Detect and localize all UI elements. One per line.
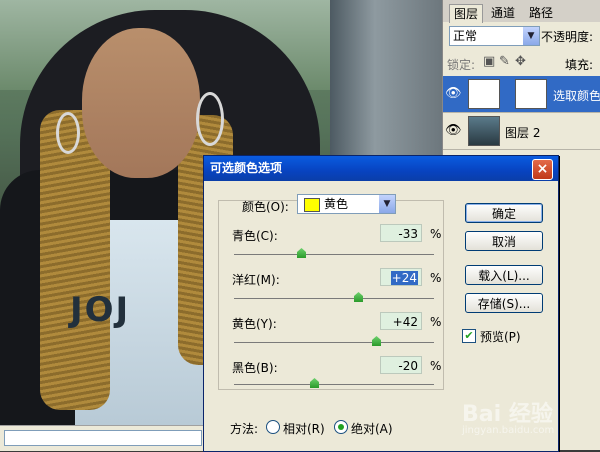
- tab-paths[interactable]: 路径: [525, 4, 557, 22]
- blend-row: 正常 ▼ 不透明度:: [443, 26, 600, 48]
- colors-value: 黄色: [324, 197, 349, 211]
- layer-mask-thumbnail: [515, 79, 547, 109]
- cyan-label: 青色(C):: [232, 229, 278, 243]
- earring-right: [196, 92, 224, 146]
- dialog-title: 可选颜色选项: [210, 161, 283, 175]
- ok-button[interactable]: 确定: [465, 203, 543, 223]
- panel-tabs: 图层 通道 路径: [443, 0, 600, 23]
- dialog-titlebar[interactable]: 可选颜色选项: [204, 156, 558, 181]
- black-value: -20: [398, 359, 418, 373]
- yellow-slider-track[interactable]: [234, 342, 434, 343]
- cyan-value-field[interactable]: -33: [380, 224, 422, 242]
- layer-row-layer-2[interactable]: 👁 图层 2: [443, 113, 600, 150]
- magenta-value-field[interactable]: +24: [380, 268, 422, 286]
- lock-move-icon[interactable]: ✥: [515, 54, 526, 69]
- preview-checkbox[interactable]: ✔: [462, 329, 476, 343]
- lock-row: 锁定: ▣ ✎ ✥ 填充:: [443, 54, 600, 74]
- black-label: 黑色(B):: [232, 361, 278, 375]
- method-relative-label: 相对(R): [283, 422, 325, 436]
- chevron-down-icon: ▼: [379, 195, 395, 213]
- preview-label: 预览(P): [480, 330, 521, 344]
- black-percent: %: [430, 359, 442, 373]
- lock-paint-icon[interactable]: ✎: [499, 54, 510, 69]
- eye-icon[interactable]: 👁: [445, 121, 462, 141]
- lock-label: 锁定:: [447, 58, 476, 72]
- magenta-percent: %: [430, 271, 442, 285]
- cancel-button[interactable]: 取消: [465, 231, 543, 251]
- layer-name: 选取颜色 1: [553, 89, 600, 103]
- magenta-value: +24: [390, 271, 418, 285]
- yellow-label: 黄色(Y):: [232, 317, 277, 331]
- photo-face: [82, 28, 200, 178]
- scroll-track[interactable]: [4, 430, 202, 446]
- chevron-down-icon: ▼: [523, 27, 539, 45]
- method-label: 方法:: [230, 422, 259, 436]
- adjustment-thumbnail: [468, 79, 500, 109]
- save-button[interactable]: 存储(S)...: [465, 293, 543, 313]
- yellow-swatch-icon: [304, 198, 320, 212]
- colors-select[interactable]: 黄色 ▼: [297, 194, 396, 214]
- blend-mode-select[interactable]: 正常 ▼: [449, 26, 540, 46]
- fill-label: 填充:: [565, 58, 594, 72]
- earring-left: [56, 112, 80, 154]
- cyan-slider-track[interactable]: [234, 254, 434, 255]
- cyan-percent: %: [430, 227, 442, 241]
- magenta-label: 洋红(M):: [232, 273, 280, 287]
- yellow-percent: %: [430, 315, 442, 329]
- load-button[interactable]: 载入(L)...: [465, 265, 543, 285]
- cyan-value: -33: [398, 227, 418, 241]
- tab-layers[interactable]: 图层: [449, 4, 484, 23]
- layer-row-selective-color[interactable]: 👁 选取颜色 1: [443, 76, 600, 113]
- layer-name: 图层 2: [505, 126, 541, 140]
- method-absolute-label: 绝对(A): [351, 422, 393, 436]
- watermark-text: Bai 经验: [462, 402, 553, 427]
- black-slider-track[interactable]: [234, 384, 434, 385]
- opacity-label: 不透明度:: [541, 30, 594, 44]
- black-value-field[interactable]: -20: [380, 356, 422, 374]
- close-icon[interactable]: ×: [532, 159, 553, 180]
- method-absolute-radio[interactable]: [334, 420, 348, 434]
- shirt-text: JOJ: [70, 290, 131, 330]
- tab-channels[interactable]: 通道: [487, 4, 519, 22]
- yellow-value-field[interactable]: +42: [380, 312, 422, 330]
- baidu-watermark: Bai 经验 jingyan.baidu.com: [462, 396, 554, 436]
- method-relative-radio[interactable]: [266, 420, 280, 434]
- blend-mode-value: 正常: [453, 29, 478, 43]
- layer-thumbnail: [468, 116, 500, 146]
- magenta-slider-track[interactable]: [234, 298, 434, 299]
- lock-transparency-icon[interactable]: ▣: [483, 54, 495, 69]
- yellow-value: +42: [392, 315, 418, 329]
- watermark-sub: jingyan.baidu.com: [462, 425, 555, 436]
- colors-label: 颜色(O):: [242, 200, 289, 214]
- eye-icon[interactable]: 👁: [445, 84, 462, 104]
